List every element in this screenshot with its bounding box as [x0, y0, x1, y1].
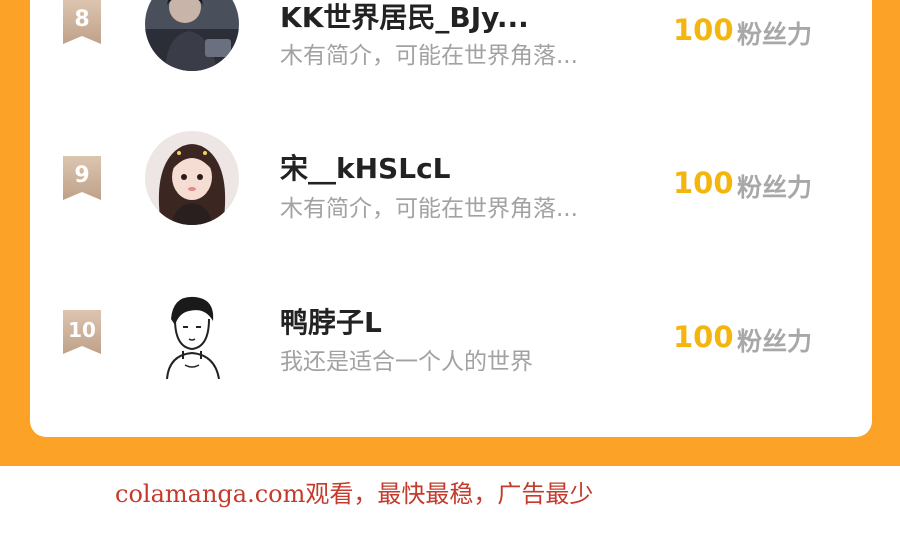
avatar[interactable]	[145, 0, 239, 71]
rank-badge: 10	[61, 310, 103, 354]
rank-badge: 9	[61, 156, 103, 200]
fan-score: 100	[673, 166, 734, 200]
user-bio: 木有简介，可能在世界角落...	[280, 43, 578, 69]
user-name[interactable]: KK世界居民_BJy...	[280, 0, 529, 36]
user-name[interactable]: 宋__kHSLcL	[280, 147, 451, 187]
watermark-text: colamanga.com观看，最快最稳，广告最少	[115, 480, 594, 508]
rank-number: 10	[68, 318, 96, 342]
ranking-row[interactable]: 9 宋__kHSLcL 木有简介，可能在世界角落... 100 粉丝力	[30, 131, 872, 241]
fan-score-unit: 粉丝力	[737, 173, 813, 202]
ranking-row[interactable]: 8 KK世界居民_BJy... 木有简介，可能在世界角落... 100 粉丝力	[30, 0, 872, 88]
fan-score-unit: 粉丝力	[737, 20, 813, 49]
fan-score: 100	[673, 13, 734, 47]
user-name[interactable]: 鸭脖子L	[280, 301, 382, 341]
user-bio: 木有简介，可能在世界角落...	[280, 196, 578, 222]
rank-number: 9	[74, 163, 90, 188]
rank-number: 8	[74, 7, 90, 32]
user-bio: 我还是适合一个人的世界	[280, 349, 533, 375]
fan-score: 100	[673, 320, 734, 354]
fan-score-unit: 粉丝力	[737, 327, 813, 356]
ranking-card: 8 KK世界居民_BJy... 木有简介，可能在世界角落... 100 粉丝力 …	[30, 0, 872, 437]
ranking-row[interactable]: 10 鸭脖子L 我还是适合一个人的世界 100 粉丝力	[30, 285, 872, 395]
avatar[interactable]	[145, 131, 239, 225]
avatar[interactable]	[145, 285, 239, 379]
rank-badge: 8	[61, 0, 103, 44]
